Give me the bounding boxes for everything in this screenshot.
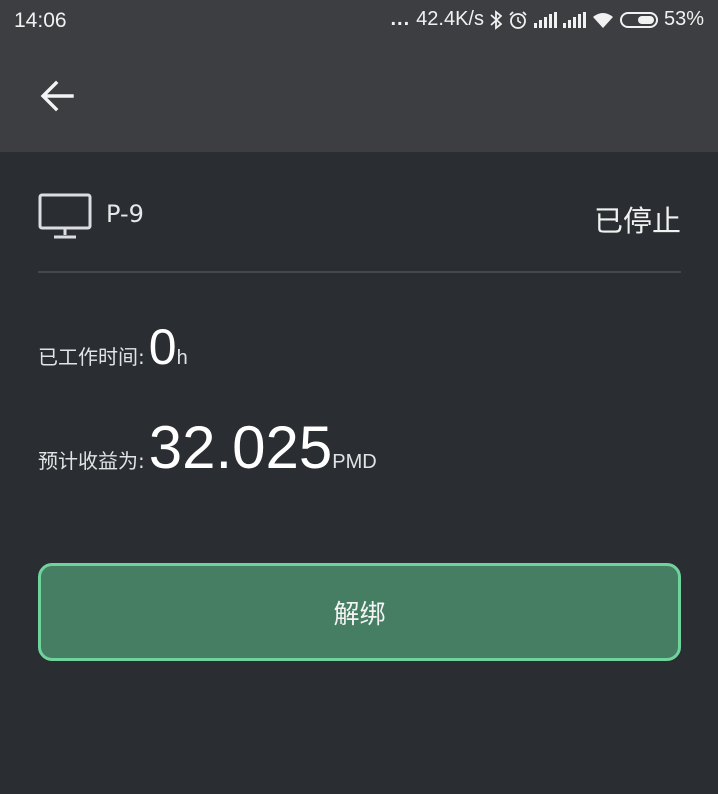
- work-time-unit: h: [176, 347, 188, 369]
- arrow-left-icon[interactable]: [36, 74, 80, 118]
- battery-icon: [619, 11, 658, 28]
- bluetooth-icon: [490, 9, 502, 30]
- expected-income-value: 32.025: [148, 414, 333, 481]
- expected-income-row: 预计收益为: 32.025 PMD: [38, 418, 377, 478]
- work-time-value: 0: [148, 319, 177, 375]
- status-bar: 14:06 ... 42.4K/s 53%: [0, 0, 718, 46]
- status-time: 14:06: [14, 9, 67, 32]
- device-status: 已停止: [593, 204, 681, 238]
- work-time-label: 已工作时间:: [38, 345, 145, 369]
- more-dots: ...: [390, 8, 411, 30]
- wifi-icon: [592, 12, 613, 28]
- device-name: P-9: [106, 200, 144, 228]
- device-row: P-9 已停止: [38, 192, 681, 242]
- signal-icon: [562, 11, 586, 28]
- screen: 14:06 ... 42.4K/s 53% P-9 已停止 已工作时间: 0 h…: [0, 0, 718, 794]
- status-indicators: ... 42.4K/s 53%: [390, 8, 704, 31]
- divider: [38, 271, 681, 273]
- monitor-icon: [38, 193, 92, 239]
- signal-icon: [533, 11, 557, 28]
- unbind-button-label: 解绑: [333, 599, 386, 630]
- alarm-icon: [509, 10, 527, 29]
- expected-income-label: 预计收益为:: [38, 449, 145, 473]
- expected-income-unit: PMD: [332, 451, 377, 473]
- unbind-button[interactable]: 解绑: [38, 563, 681, 661]
- network-speed: 42.4K/s: [416, 8, 484, 30]
- app-bar: [0, 46, 718, 152]
- battery-percent: 53%: [663, 8, 704, 30]
- work-time-row: 已工作时间: 0 h: [38, 322, 188, 372]
